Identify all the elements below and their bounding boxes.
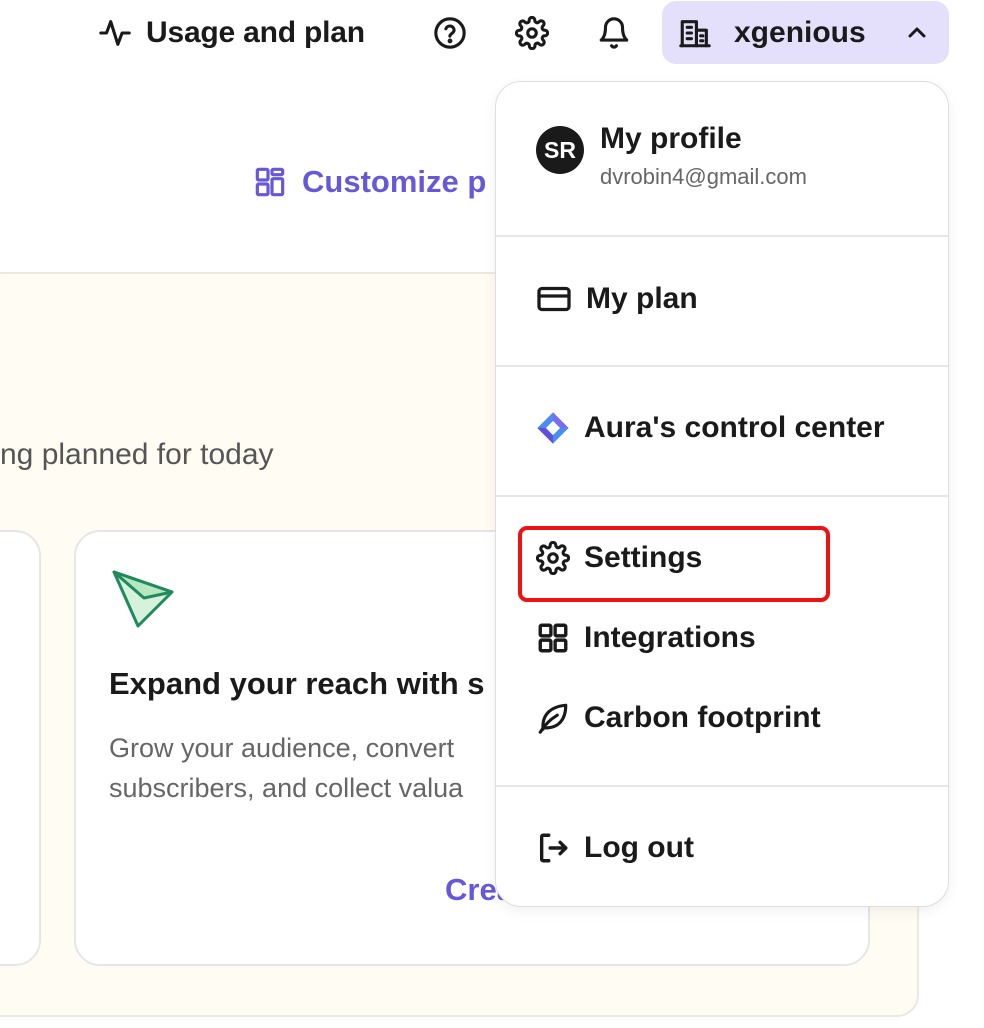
previous-card bbox=[0, 530, 41, 966]
customize-page-button[interactable]: Customize p bbox=[254, 164, 486, 200]
account-switcher[interactable]: xgenious bbox=[662, 1, 949, 64]
menu-item-label: Settings bbox=[584, 541, 703, 574]
menu-item-label: Aura's control center bbox=[584, 411, 885, 444]
credit-card-icon bbox=[537, 286, 571, 312]
menu-item-settings[interactable]: Settings bbox=[536, 541, 702, 575]
my-profile-label: My profile bbox=[600, 122, 742, 155]
profile-email: dvrobin4@gmail.com bbox=[600, 164, 807, 189]
paper-plane-icon bbox=[112, 570, 174, 628]
account-dropdown-menu: SR My profile dvrobin4@gmail.com My plan… bbox=[495, 81, 949, 907]
notifications-button[interactable] bbox=[594, 12, 634, 54]
logout-icon bbox=[539, 833, 568, 863]
account-name: xgenious bbox=[734, 15, 866, 49]
menu-divider bbox=[496, 495, 948, 497]
gear-icon bbox=[515, 16, 549, 50]
menu-item-label: Carbon footprint bbox=[584, 701, 821, 734]
page: Usage and plan xgenious Customize p ng p… bbox=[0, 0, 984, 1028]
gear-icon bbox=[536, 541, 570, 575]
layout-grid-icon bbox=[255, 167, 285, 197]
menu-divider bbox=[496, 365, 948, 367]
usage-and-plan-button[interactable]: Usage and plan bbox=[98, 12, 365, 54]
menu-item-carbon-footprint[interactable]: Carbon footprint bbox=[536, 701, 821, 735]
menu-divider bbox=[496, 785, 948, 787]
help-circle-icon bbox=[434, 17, 466, 49]
bell-icon bbox=[599, 17, 629, 49]
activity-icon bbox=[99, 20, 131, 46]
menu-item-my-plan[interactable]: My plan bbox=[536, 281, 698, 317]
settings-button[interactable] bbox=[512, 12, 552, 54]
customize-label: Customize p bbox=[302, 164, 487, 199]
avatar: SR bbox=[536, 126, 584, 174]
menu-item-label: Log out bbox=[584, 831, 694, 864]
chevron-up-icon bbox=[908, 27, 926, 38]
grid-icon bbox=[538, 623, 568, 653]
aura-diamond-icon bbox=[537, 412, 569, 444]
menu-divider bbox=[496, 235, 948, 237]
planned-text: ng planned for today bbox=[0, 438, 274, 471]
building-icon bbox=[679, 19, 711, 47]
menu-item-label: Integrations bbox=[584, 621, 756, 654]
card-title: Expand your reach with s bbox=[109, 666, 485, 701]
help-button[interactable] bbox=[430, 12, 470, 54]
leaf-icon bbox=[538, 703, 568, 734]
menu-item-integrations[interactable]: Integrations bbox=[536, 621, 756, 655]
menu-item-log-out[interactable]: Log out bbox=[536, 831, 694, 865]
menu-item-label: My plan bbox=[586, 282, 698, 315]
usage-and-plan-label: Usage and plan bbox=[146, 16, 365, 49]
menu-item-aura-control-center[interactable]: Aura's control center bbox=[536, 411, 885, 445]
my-profile-item[interactable]: SR My profile dvrobin4@gmail.com bbox=[536, 122, 807, 190]
card-description: Grow your audience, convert subscribers,… bbox=[109, 733, 464, 803]
